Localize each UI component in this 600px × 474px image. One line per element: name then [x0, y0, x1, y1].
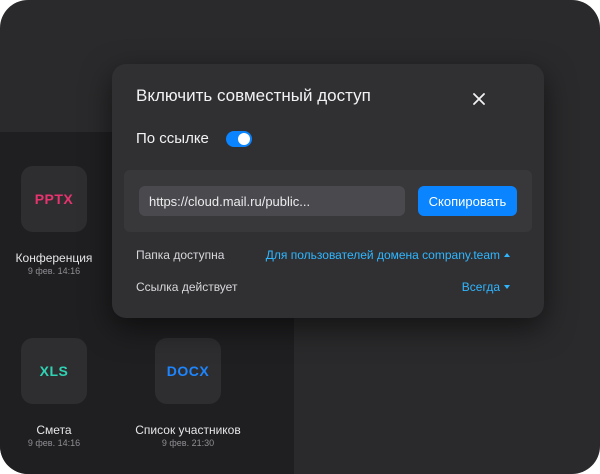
- app-window: PPTX Конференция 9 фев. 14:16 XLS Смета …: [0, 0, 600, 474]
- file-ext-label: DOCX: [166, 363, 210, 379]
- link-section: Скопировать: [124, 170, 532, 232]
- caret-down-icon: [504, 285, 510, 289]
- file-icon-docx[interactable]: DOCX: [155, 338, 221, 404]
- link-validity-value: Всегда: [461, 280, 500, 294]
- folder-access-dropdown[interactable]: Для пользователей домена company.team: [266, 248, 510, 262]
- link-validity-label: Ссылка действует: [136, 280, 238, 294]
- dialog-title: Включить совместный доступ: [136, 86, 371, 105]
- share-dialog: Включить совместный доступ По ссылке Ско…: [112, 64, 544, 318]
- link-validity-dropdown[interactable]: Всегда: [462, 280, 510, 294]
- close-icon: [473, 93, 485, 105]
- file-icon-xls[interactable]: XLS: [21, 338, 87, 404]
- copy-link-button[interactable]: Скопировать: [418, 186, 517, 216]
- toggle-knob: [238, 133, 250, 145]
- folder-access-label: Папка доступна: [136, 248, 225, 262]
- close-button[interactable]: [468, 88, 490, 110]
- file-name[interactable]: Конференция: [0, 251, 108, 265]
- file-name[interactable]: Список участников: [118, 423, 258, 437]
- file-icon-pptx[interactable]: PPTX: [21, 166, 87, 232]
- caret-up-icon: [504, 253, 510, 257]
- file-name[interactable]: Смета: [0, 423, 108, 437]
- share-link-input[interactable]: [139, 186, 405, 216]
- folder-access-value: Для пользователей домена company.team: [265, 248, 500, 262]
- file-date: 9 фев. 21:30: [161, 438, 215, 448]
- file-ext-label: PPTX: [34, 191, 74, 207]
- share-by-link-toggle[interactable]: [226, 131, 252, 147]
- file-ext-label: XLS: [39, 363, 69, 379]
- file-date: 9 фев. 14:16: [27, 438, 81, 448]
- share-by-link-label: По ссылке: [136, 130, 209, 147]
- file-date: 9 фев. 14:16: [27, 266, 81, 276]
